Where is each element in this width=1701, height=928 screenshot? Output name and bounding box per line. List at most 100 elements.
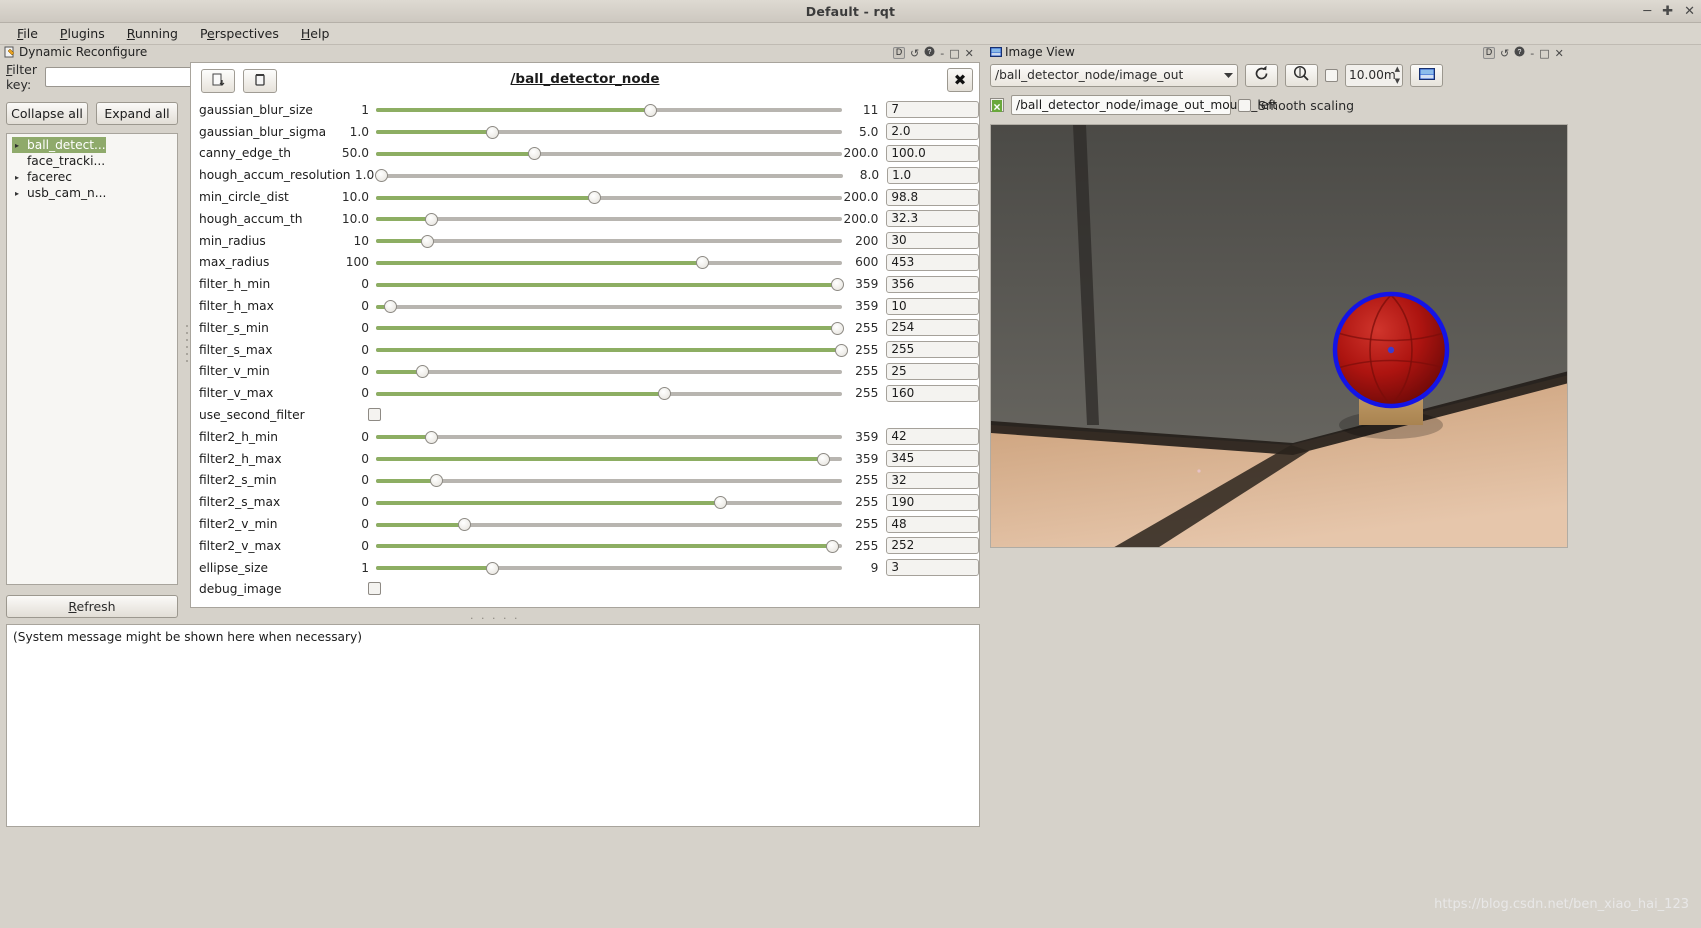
menu-plugins[interactable]: Plugins xyxy=(51,24,114,43)
param-value-input[interactable]: 30 xyxy=(886,232,980,250)
slider-knob[interactable] xyxy=(644,103,658,117)
dr-dock-float-icon[interactable]: D xyxy=(893,47,905,59)
mouse-topic-input[interactable]: /ball_detector_node/image_out_mouse_left xyxy=(1011,95,1277,115)
expand-all-button[interactable]: Expand all xyxy=(96,102,178,125)
param-slider[interactable] xyxy=(376,515,842,533)
tree-item-usb-cam[interactable]: ▸ usb_cam_n... xyxy=(7,185,177,201)
param-value-input[interactable]: 10 xyxy=(886,297,980,315)
save-image-button[interactable] xyxy=(1410,63,1443,87)
slider-knob[interactable] xyxy=(830,278,844,292)
param-slider[interactable] xyxy=(376,471,842,489)
menu-perspectives[interactable]: Perspectives xyxy=(191,24,288,43)
dynamic-range-checkbox[interactable] xyxy=(1325,68,1338,82)
param-value-input[interactable]: 48 xyxy=(886,515,980,533)
param-slider[interactable] xyxy=(376,297,842,315)
filter-key-input[interactable] xyxy=(44,67,205,87)
slider-knob[interactable] xyxy=(830,321,844,335)
max-range-spinbox[interactable]: 10.00m ▲ ▼ xyxy=(1345,63,1403,87)
refresh-topics-button[interactable] xyxy=(1245,63,1278,87)
param-value-input[interactable]: 254 xyxy=(886,319,980,337)
param-slider[interactable] xyxy=(376,362,842,380)
slider-knob[interactable] xyxy=(826,539,840,553)
iv-dock-minimize-icon[interactable]: - xyxy=(1530,47,1534,60)
splitter-handle[interactable] xyxy=(185,323,191,363)
iv-dock-float-icon[interactable]: D xyxy=(1483,47,1495,59)
slider-knob[interactable] xyxy=(383,300,397,314)
param-slider[interactable] xyxy=(376,559,842,577)
param-slider[interactable] xyxy=(376,144,842,162)
smooth-scaling-checkbox[interactable] xyxy=(1238,98,1251,112)
param-value-input[interactable]: 453 xyxy=(886,253,980,271)
slider-knob[interactable] xyxy=(486,125,499,139)
param-slider[interactable] xyxy=(376,319,844,337)
slider-knob[interactable] xyxy=(658,387,672,401)
iv-dock-help-icon[interactable]: ? xyxy=(1514,46,1525,60)
node-tree[interactable]: ▸ ball_detect... face_tracki... ▸ facere… xyxy=(6,133,178,585)
slider-knob[interactable] xyxy=(416,365,430,379)
param-value-input[interactable]: 255 xyxy=(886,341,980,359)
param-slider[interactable] xyxy=(376,450,842,468)
slider-knob[interactable] xyxy=(486,561,499,575)
system-message-box[interactable]: (System message might be shown here when… xyxy=(6,624,980,827)
maximize-icon[interactable]: ✚ xyxy=(1662,5,1673,18)
iv-dock-close-icon[interactable]: ✕ xyxy=(1555,47,1564,60)
slider-knob[interactable] xyxy=(374,169,388,183)
param-checkbox[interactable] xyxy=(368,582,381,596)
param-value-input[interactable]: 3 xyxy=(886,559,980,577)
tree-item-ball-detector[interactable]: ▸ ball_detect... xyxy=(12,137,106,153)
param-value-input[interactable]: 98.8 xyxy=(886,188,980,206)
slider-knob[interactable] xyxy=(430,474,444,488)
spinner-down-icon[interactable]: ▼ xyxy=(1395,77,1400,85)
slider-knob[interactable] xyxy=(695,256,709,270)
iv-dock-maximize-icon[interactable]: □ xyxy=(1539,47,1549,60)
spinner-up-icon[interactable]: ▲ xyxy=(1395,65,1400,73)
param-value-input[interactable]: 7 xyxy=(886,101,980,119)
param-slider[interactable] xyxy=(376,253,842,271)
menu-help[interactable]: Help xyxy=(292,24,339,43)
tree-item-facerec[interactable]: ▸ facerec xyxy=(7,169,177,185)
param-value-input[interactable]: 190 xyxy=(886,493,980,511)
minimize-icon[interactable]: ─ xyxy=(1643,5,1651,18)
param-slider[interactable] xyxy=(376,123,842,141)
param-value-input[interactable]: 100.0 xyxy=(886,144,980,162)
slider-knob[interactable] xyxy=(458,518,472,532)
menu-file[interactable]: File xyxy=(8,24,47,43)
close-icon[interactable]: ✕ xyxy=(1684,5,1695,18)
refresh-button[interactable]: Refresh xyxy=(6,595,178,618)
dr-dock-close-icon[interactable]: ✕ xyxy=(965,47,974,60)
param-slider[interactable] xyxy=(376,493,842,511)
menu-running[interactable]: Running xyxy=(118,24,187,43)
zoom-button[interactable] xyxy=(1285,63,1318,87)
param-value-input[interactable]: 345 xyxy=(886,450,980,468)
close-panel-button[interactable]: ✖ xyxy=(947,68,973,92)
dr-dock-help-icon[interactable]: ? xyxy=(924,46,935,60)
camera-image[interactable] xyxy=(990,124,1568,548)
param-slider[interactable] xyxy=(376,210,842,228)
slider-knob[interactable] xyxy=(714,496,728,510)
param-value-input[interactable]: 1.0 xyxy=(887,166,979,184)
param-value-input[interactable]: 2.0 xyxy=(886,123,980,141)
param-slider[interactable] xyxy=(376,384,842,402)
param-slider[interactable] xyxy=(376,232,842,250)
param-slider[interactable] xyxy=(376,428,842,446)
dr-dock-reload-icon[interactable]: ↺ xyxy=(910,47,919,60)
param-slider[interactable] xyxy=(374,166,843,184)
param-value-input[interactable]: 42 xyxy=(886,428,980,446)
param-value-input[interactable]: 160 xyxy=(886,384,980,402)
slider-knob[interactable] xyxy=(425,430,439,444)
slider-knob[interactable] xyxy=(588,191,602,205)
dr-dock-minimize-icon[interactable]: - xyxy=(940,47,944,60)
slider-knob[interactable] xyxy=(420,234,434,248)
param-value-input[interactable]: 25 xyxy=(886,362,980,380)
param-slider[interactable] xyxy=(376,188,842,206)
image-topic-combo[interactable]: /ball_detector_node/image_out xyxy=(990,63,1238,87)
dr-dock-maximize-icon[interactable]: □ xyxy=(949,47,959,60)
slider-knob[interactable] xyxy=(527,147,541,161)
param-slider[interactable] xyxy=(376,101,842,119)
tree-item-face-tracking[interactable]: face_tracki... xyxy=(7,153,177,169)
param-checkbox[interactable] xyxy=(368,408,381,422)
slider-knob[interactable] xyxy=(835,343,849,357)
publish-click-location-checkbox[interactable] xyxy=(990,98,1004,112)
iv-dock-reload-icon[interactable]: ↺ xyxy=(1500,47,1509,60)
param-slider[interactable] xyxy=(376,275,844,293)
